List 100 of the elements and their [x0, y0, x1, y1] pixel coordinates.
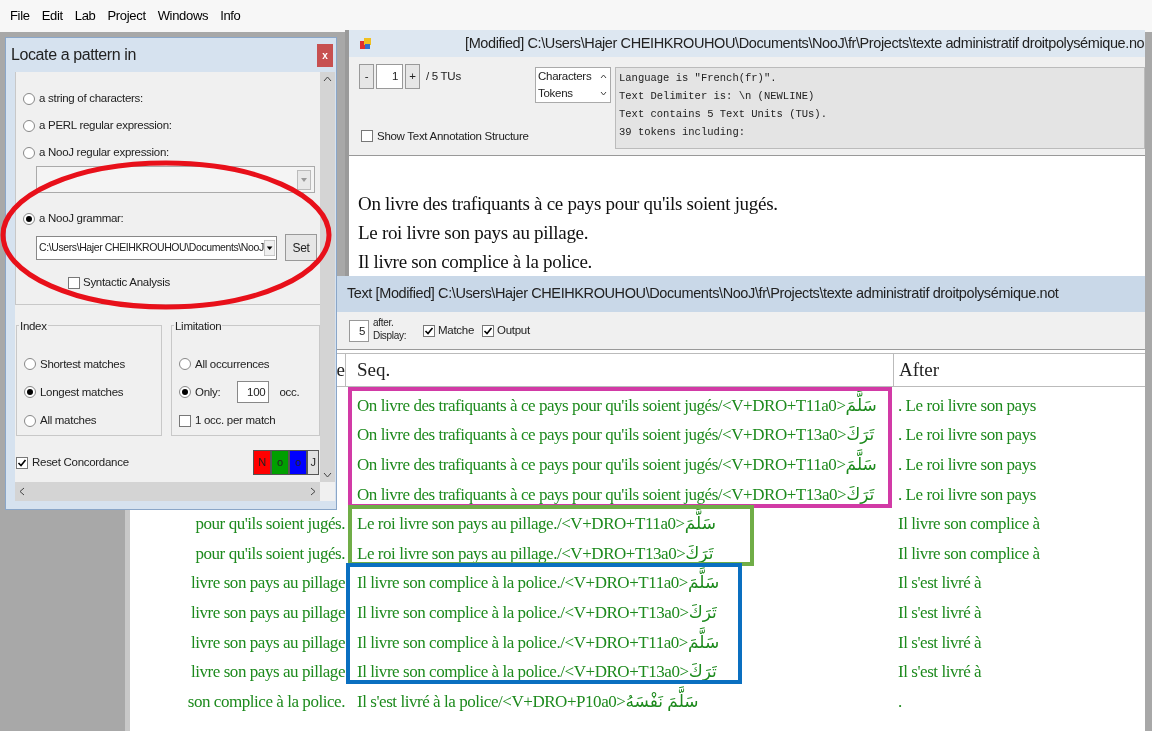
- option-label: Output: [497, 322, 530, 338]
- horizontal-scrollbar[interactable]: [15, 482, 320, 501]
- checkbox[interactable]: [68, 276, 80, 289]
- unit-field[interactable]: 1: [376, 64, 403, 89]
- table-cell-text: On livre des trafiquants à ce pays pour qu'ils soient jugés/<V+DRO+T13a0>تَرَكَ: [357, 424, 875, 447]
- table-cell: Il s'est livré à la police/<V+DRO+P10a0>سَلَّمَ نَفْسَهُ: [357, 687, 699, 716]
- table-cell-text: Il livre son complice à la police./<V+DRO+T13a0>تَرَكَ: [357, 601, 717, 624]
- color-button[interactable]: J: [307, 450, 319, 475]
- unit-count: / 5 TUs: [426, 68, 461, 84]
- radio-button[interactable]: [179, 386, 191, 399]
- table-cell-text: livre son pays au pillage: [191, 601, 345, 624]
- table-cell: On livre des trafiquants à ce pays pour qu'ils soient jugés/<V+DRO+T11a0>سَلَّمَ: [357, 391, 877, 420]
- table-cell-text: . Le roi livre son pays: [898, 424, 1036, 447]
- option-label: Matche: [438, 322, 474, 338]
- table-cell-text: Il s'est livré à: [898, 601, 982, 624]
- table-cell-text: .: [898, 690, 902, 713]
- dialog-title: Locate a pattern in: [11, 45, 136, 65]
- menu-item[interactable]: File: [10, 6, 30, 26]
- menu-item[interactable]: Project: [107, 6, 146, 26]
- table-cell-text: Il livre son complice à: [898, 513, 1040, 536]
- table-cell-text: pour qu'ils soient jugés.: [195, 513, 345, 536]
- field-label: after.: [373, 315, 395, 329]
- radio-button[interactable]: [24, 414, 36, 427]
- window-title: [Modified] C:\Users\Hajer CHEIHKROUHOU\Documents\NooJ\fr\Projects\texte administratif droitpolysémique.no: [465, 33, 1145, 53]
- checkbox[interactable]: [179, 414, 191, 427]
- menu-item[interactable]: Lab: [74, 6, 96, 26]
- option-label: Show Text Annotation Structure: [377, 128, 529, 144]
- table-cell-text: livre son pays au pillage: [191, 661, 345, 684]
- previous-button[interactable]: -: [359, 64, 374, 89]
- scroll-up-icon[interactable]: [323, 76, 332, 82]
- text-line: On livre des trafiquants à ce pays pour qu'ils soient jugés.: [358, 192, 779, 216]
- table-cell-text: Il s'est livré à: [898, 572, 982, 595]
- option-label: a PERL regular expression:: [39, 117, 172, 133]
- radio-button[interactable]: [23, 146, 35, 159]
- table-cell: Le roi livre son pays au pillage./<V+DRO+T11a0>سَلَّمَ: [357, 510, 716, 539]
- table-cell-text: livre son pays au pillage: [191, 631, 345, 654]
- scroll-down-icon[interactable]: [600, 91, 607, 96]
- option-label: a string of characters:: [39, 90, 143, 106]
- radio-button[interactable]: [23, 212, 35, 225]
- scroll-right-icon[interactable]: [310, 487, 316, 496]
- checkbox[interactable]: [423, 324, 435, 337]
- table-cell-text: On livre des trafiquants à ce pays pour qu'ils soient jugés/<V+DRO+T13a0>تَرَكَ: [357, 483, 875, 506]
- set-button[interactable]: Set: [285, 234, 317, 261]
- vertical-scrollbar[interactable]: [320, 72, 335, 482]
- color-button[interactable]: o: [271, 450, 289, 475]
- table-cell-text: Le roi livre son pays au pillage./<V+DRO+T13a0>تَرَكَ: [357, 542, 714, 565]
- checkbox[interactable]: [16, 456, 28, 469]
- info-line: Text contains 5 Text Units (TUs).: [619, 107, 828, 122]
- table-cell-text: Il s'est livré à: [898, 631, 982, 654]
- scroll-up-icon[interactable]: [600, 74, 607, 79]
- option-label: Syntactic Analysis: [83, 275, 170, 290]
- limit-field[interactable]: 100: [237, 381, 270, 404]
- window-icon: [359, 36, 373, 51]
- checkbox[interactable]: [361, 130, 373, 143]
- option-label: Shortest matches: [40, 356, 125, 372]
- option-label: Reset Concordance: [32, 454, 129, 470]
- list-item[interactable]: Characters: [538, 68, 600, 85]
- table-cell: Il livre son complice à la police./<V+DRO+T11a0>سَلَّمَ: [357, 569, 720, 598]
- info-line: Language is "French(fr)".: [619, 71, 778, 86]
- display-field[interactable]: 5: [349, 319, 369, 342]
- option-label: Longest matches: [40, 384, 124, 400]
- menu-item[interactable]: Info: [220, 6, 241, 26]
- table-cell-text: . Le roi livre son pays: [898, 454, 1036, 476]
- info-line: 39 tokens including:: [619, 125, 747, 140]
- option-label: a NooJ grammar:: [39, 210, 124, 226]
- table-cell-text: livre son pays au pillage: [191, 572, 345, 595]
- table-cell-text: Il livre son complice à la police./<V+DRO+T13a0>تَرَكَ: [357, 661, 717, 684]
- text-line: Le roi livre son pays au pillage.: [358, 221, 590, 245]
- list-item[interactable]: Tokens: [538, 85, 600, 102]
- scroll-down-icon[interactable]: [323, 472, 332, 478]
- radio-button[interactable]: [24, 386, 36, 399]
- table-cell: Il livre son complice à la police./<V+DRO+T11a0>سَلَّمَ: [357, 628, 720, 657]
- next-button[interactable]: +: [405, 64, 420, 89]
- option-label: All occurrences: [195, 356, 270, 372]
- option-label: a NooJ regular expression:: [39, 144, 169, 160]
- option-label: Only:: [195, 384, 221, 400]
- column-header[interactable]: After: [899, 355, 940, 385]
- table-cell-text: son complice à la police.: [187, 690, 345, 713]
- radio-button[interactable]: [23, 92, 35, 105]
- list-box[interactable]: Characters Tokens: [535, 67, 611, 103]
- text-line: Il livre son complice à la police.: [358, 250, 594, 274]
- column-header[interactable]: Seq.: [357, 355, 391, 385]
- menu-item[interactable]: Windows: [157, 6, 209, 26]
- field-label: Display:: [373, 328, 408, 342]
- info-line: Text Delimiter is: \n (NEWLINE): [619, 89, 816, 104]
- menu-item[interactable]: Edit: [41, 6, 63, 26]
- table-cell-text: . Le roi livre son pays: [898, 483, 1036, 506]
- checkbox[interactable]: [482, 324, 494, 337]
- window-title: Text [Modified] C:\Users\Hajer CHEIHKROUHOU\Documents\NooJ\fr\Projects\texte administratif droitpolysémique.not: [347, 284, 1059, 304]
- column-header[interactable]: e: [336, 355, 345, 385]
- scroll-left-icon[interactable]: [19, 487, 25, 496]
- close-button[interactable]: x: [317, 43, 333, 67]
- color-button[interactable]: N: [253, 450, 271, 475]
- radio-button[interactable]: [23, 119, 35, 132]
- radio-button[interactable]: [179, 358, 191, 371]
- table-cell-text: Il livre son complice à: [898, 542, 1040, 565]
- grammar-path-dropdown[interactable]: C:\Users\Hajer CHEIHKROUHOU\Documents\NooJ: [36, 235, 277, 260]
- radio-button[interactable]: [24, 358, 36, 371]
- table-cell-text: Il s'est livré à: [898, 661, 982, 684]
- table-cell: On livre des trafiquants à ce pays pour qu'ils soient jugés/<V+DRO+T11a0>سَلَّمَ: [357, 451, 877, 479]
